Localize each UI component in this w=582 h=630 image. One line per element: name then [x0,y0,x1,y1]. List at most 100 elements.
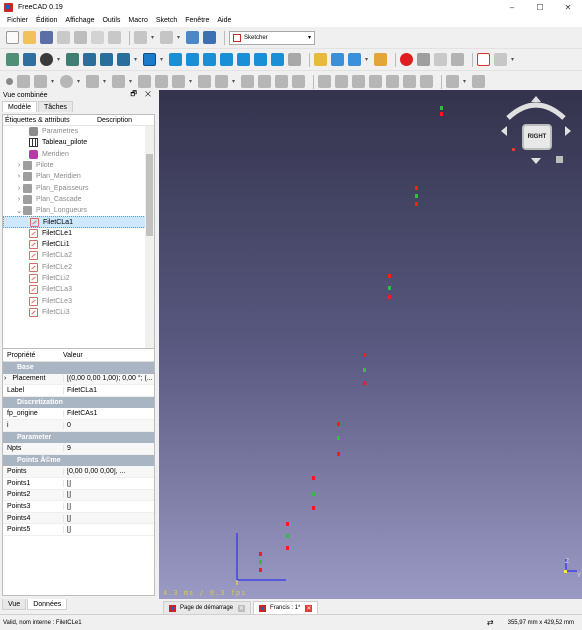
sketch-midpoint[interactable] [440,106,443,110]
arc-icon[interactable] [34,75,47,88]
paste-icon[interactable] [108,31,121,44]
run-macro-icon[interactable] [451,53,464,66]
horizontal-constraint-icon[interactable] [369,75,382,88]
tree-item[interactable]: Tableau_pilote [3,137,154,148]
copy-icon[interactable] [91,31,104,44]
property-group[interactable]: Discretization [3,396,154,409]
property-value[interactable]: [0,00 0,00 0,00], ... [63,468,154,476]
menu-aide[interactable]: Aide [217,17,231,24]
conic-icon[interactable] [86,75,99,88]
sketch-endpoint[interactable] [388,274,391,278]
workbench-select[interactable]: Sketcher ▾ [229,30,315,45]
property-group[interactable]: Points Ã©me [3,454,154,467]
tree-item[interactable]: FiletCLa3 [3,284,154,295]
property-group[interactable]: Base [3,362,154,374]
tree-item[interactable]: › Pilote [3,160,154,171]
property-value[interactable]: [(0,00 0,00 1,00); 0,00 °; (... [63,375,154,383]
property-value[interactable]: 0 [63,421,154,429]
chevron-down-icon[interactable]: ▾ [177,31,183,44]
property-row[interactable]: Points2 [] [3,489,154,502]
sketch-endpoint[interactable] [415,186,418,190]
property-value[interactable]: FiletCLa1 [63,386,154,394]
std-views-icon[interactable] [143,53,156,66]
refresh-icon[interactable] [186,31,199,44]
menu-fichier[interactable]: Fichier [7,17,28,24]
sketch-midpoint[interactable] [388,286,391,290]
tree-item[interactable]: ⌄ Plan_Longueurs [3,205,154,216]
sketch-view-icon[interactable] [446,75,459,88]
sync-view-icon[interactable] [117,53,130,66]
chevron-down-icon[interactable]: ▾ [103,75,109,88]
tree-item[interactable]: Meridien [3,149,154,160]
tree-item[interactable]: Parametres [3,126,154,137]
tree-item[interactable]: › Plan_Cascade [3,194,154,205]
menu-sketch[interactable]: Sketch [156,17,177,24]
trim-icon[interactable] [241,75,254,88]
front-view-icon[interactable] [186,53,199,66]
menu-outils[interactable]: Outils [102,17,120,24]
external-geometry-icon[interactable] [275,75,288,88]
sketch-midpoint[interactable] [259,560,262,564]
tab-taches[interactable]: Tâches [37,101,73,112]
property-row[interactable]: › Placement [(0,00 0,00 1,00); 0,00 °; (..… [3,373,154,386]
back-arrow-icon[interactable] [83,53,96,66]
draw-style-icon[interactable] [40,53,53,66]
macros-icon[interactable] [434,53,447,66]
3d-viewport[interactable]: RIGHT Z Y 4.3 ms / 0.3 fps [159,90,582,599]
extend-icon[interactable] [258,75,271,88]
chevron-down-icon[interactable]: ▾ [57,53,63,66]
leave-sketch-icon[interactable] [494,53,507,66]
bounding-box-icon[interactable] [66,53,79,66]
sketch-endpoint[interactable] [363,353,366,357]
sketch-endpoint[interactable] [337,422,340,426]
link-icon[interactable] [348,53,361,66]
circle-icon[interactable] [60,75,73,88]
menu-edition[interactable]: Édition [36,17,57,24]
sketch-endpoint[interactable] [363,381,366,385]
sketch-endpoint[interactable] [259,568,262,572]
property-row[interactable]: Points4 [] [3,512,154,525]
tree-header-description[interactable]: Description [97,117,132,124]
polygon-icon[interactable] [172,75,185,88]
property-row[interactable]: Points [0,00 0,00 0,00], ... [3,466,154,478]
chevron-down-icon[interactable]: ▾ [77,75,83,88]
chevron-down-icon[interactable]: ▾ [151,31,157,44]
record-macro-icon[interactable] [400,53,413,66]
property-row[interactable]: fp_origine FiletCAs1 [3,408,154,420]
link-actions-icon[interactable] [374,53,387,66]
open-folder-icon[interactable] [23,31,36,44]
chevron-down-icon[interactable]: ▾ [463,75,469,88]
tree-item[interactable]: FiletCLe1 [3,228,154,239]
property-row[interactable]: Points3 [] [3,501,154,513]
sketch-endpoint[interactable] [286,522,289,526]
sketch-endpoint[interactable] [388,295,391,299]
sketch-endpoint[interactable] [286,546,289,550]
sketch-endpoint[interactable] [440,112,443,116]
tree-item[interactable]: FiletCLe2 [3,262,154,273]
sketch-midpoint[interactable] [286,534,289,538]
chevron-down-icon[interactable]: ⌄ [15,207,23,215]
scrollbar-thumb[interactable] [146,154,153,236]
property-row[interactable]: Npts 9 [3,443,154,455]
navigation-style-icon[interactable]: ⇄ [487,618,494,627]
tree-item[interactable]: FiletCLe3 [3,295,154,306]
sketch-midpoint[interactable] [337,436,340,440]
perpendicular-constraint-icon[interactable] [403,75,416,88]
property-value[interactable]: 9 [63,444,154,452]
chevron-down-icon[interactable]: ▾ [511,53,517,66]
property-value[interactable]: [] [63,491,154,499]
polyline-icon[interactable] [138,75,151,88]
cut-icon[interactable] [74,31,87,44]
sketch-endpoint[interactable] [337,452,340,456]
chevron-right-icon[interactable]: › [15,173,23,180]
chevron-right-icon[interactable]: › [15,162,23,169]
coincident-constraint-icon[interactable] [318,75,331,88]
chevron-down-icon[interactable]: ▾ [51,75,57,88]
chevron-down-icon[interactable]: ▾ [189,75,195,88]
chevron-right-icon[interactable]: › [15,196,23,203]
fit-selection-icon[interactable] [23,53,36,66]
navigation-cube[interactable]: RIGHT [498,96,574,176]
redo-icon[interactable] [160,31,173,44]
chevron-down-icon[interactable]: ▾ [160,53,166,66]
close-tab-icon[interactable]: ✕ [305,604,313,612]
